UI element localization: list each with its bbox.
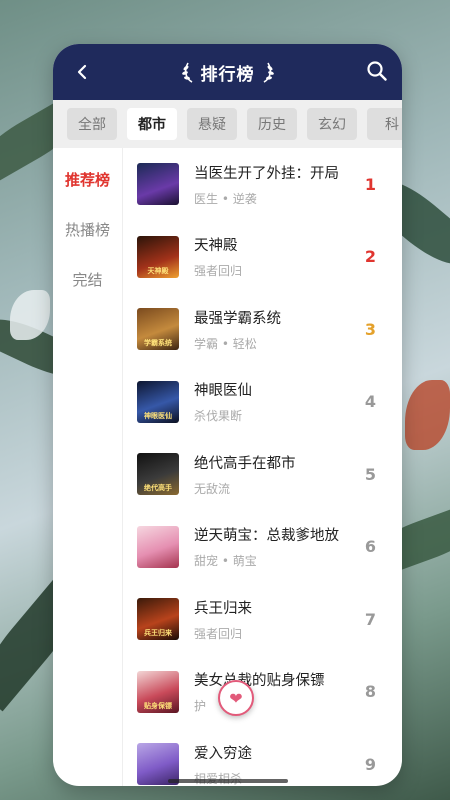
book-tags: 医生 • 逆袭 [194, 191, 257, 206]
book-title: 逆天萌宝：总裁爹地放 [194, 528, 339, 545]
book-title: 兵王归来 [194, 600, 252, 617]
search-button[interactable] [366, 60, 388, 82]
title-wrap: 排行榜 [181, 60, 275, 85]
list-item[interactable]: 爱入穷途 相爱相杀 9 [123, 728, 402, 786]
tab-fantasy[interactable]: 玄幻 [307, 108, 357, 140]
book-tags: 学霸 • 轻松 [194, 336, 257, 351]
rank-number: 7 [364, 609, 376, 629]
book-cover: 学霸系统 [137, 308, 179, 351]
book-tags: 强者回归 [194, 626, 243, 641]
book-cover: 绝代高手 [137, 453, 179, 496]
sidebar-item-completed[interactable]: 完结 [53, 254, 122, 304]
book-cover [137, 163, 179, 206]
ranking-card: 排行榜 全部 都市 悬疑 历史 玄幻 科 推荐榜 热播榜 完结 当医生开了外挂：… [53, 44, 402, 786]
tab-history[interactable]: 历史 [247, 108, 297, 140]
header-bar: 排行榜 [53, 44, 402, 100]
list-item[interactable]: 贴身保镖 美女总裁的贴身保镖 护 8 [123, 656, 402, 729]
chevron-left-icon [77, 64, 87, 80]
laurel-left-icon [181, 62, 192, 83]
laurel-right-icon [263, 62, 274, 83]
book-cover: 天神殿 [137, 235, 179, 278]
book-tags: 甜宠 • 萌宝 [194, 554, 257, 569]
rank-number: 4 [364, 392, 376, 412]
list-item[interactable]: 学霸系统 最强学霸系统 学霸 • 轻松 3 [123, 293, 402, 366]
background-flower [405, 380, 450, 450]
book-title: 当医生开了外挂：开局 [194, 165, 339, 182]
sidebar-item-hot[interactable]: 热播榜 [53, 204, 122, 254]
rank-number: 6 [364, 537, 376, 557]
book-cover: 兵王归来 [137, 598, 179, 641]
home-indicator [168, 779, 288, 783]
book-tags: 无敌流 [194, 481, 231, 496]
list-item[interactable]: 天神殿 天神殿 强者回归 2 [123, 221, 402, 294]
book-title: 天神殿 [194, 238, 238, 255]
page-title: 排行榜 [200, 64, 255, 85]
tab-suspense[interactable]: 悬疑 [187, 108, 237, 140]
book-title: 绝代高手在都市 [194, 455, 296, 472]
rank-number: 9 [364, 754, 376, 774]
rank-number: 2 [364, 247, 376, 267]
gift-icon: ❤ [229, 688, 243, 708]
search-icon [367, 61, 387, 81]
floating-gift-button[interactable]: ❤ [218, 680, 254, 716]
category-tabs: 全部 都市 悬疑 历史 玄幻 科 [53, 100, 402, 148]
list-item[interactable]: 逆天萌宝：总裁爹地放 甜宠 • 萌宝 6 [123, 511, 402, 584]
book-cover: 贴身保镖 [137, 670, 179, 713]
list-item[interactable]: 兵王归来 兵王归来 强者回归 7 [123, 583, 402, 656]
tab-scifi[interactable]: 科 [367, 108, 402, 140]
sidebar-item-recommended[interactable]: 推荐榜 [53, 154, 122, 204]
tab-all[interactable]: 全部 [67, 108, 117, 140]
list-item[interactable]: 当医生开了外挂：开局 医生 • 逆袭 1 [123, 148, 402, 221]
list-item[interactable]: 神眼医仙 神眼医仙 杀伐果断 4 [123, 366, 402, 439]
book-title: 最强学霸系统 [194, 310, 281, 327]
book-tags: 相爱相杀 [194, 770, 354, 786]
book-tags: 强者回归 [194, 264, 243, 279]
book-tags: 杀伐果断 [194, 409, 243, 424]
tab-urban[interactable]: 都市 [127, 108, 177, 140]
rank-number: 8 [364, 682, 376, 702]
rank-number: 1 [364, 174, 376, 194]
book-cover: 神眼医仙 [137, 380, 179, 423]
rank-number: 3 [364, 319, 376, 339]
list-item[interactable]: 绝代高手 绝代高手在都市 无敌流 5 [123, 438, 402, 511]
book-list: 当医生开了外挂：开局 医生 • 逆袭 1 天神殿 天神殿 强者回归 2 学霸系统… [123, 148, 402, 786]
book-title: 爱入穷途 [194, 745, 252, 762]
book-title: 神眼医仙 [194, 383, 252, 400]
book-title: 美女总裁的贴身保镖 [194, 673, 325, 690]
rank-sidebar: 推荐榜 热播榜 完结 [53, 148, 123, 786]
back-button[interactable] [71, 61, 93, 83]
rank-number: 5 [364, 464, 376, 484]
book-cover [137, 525, 179, 568]
